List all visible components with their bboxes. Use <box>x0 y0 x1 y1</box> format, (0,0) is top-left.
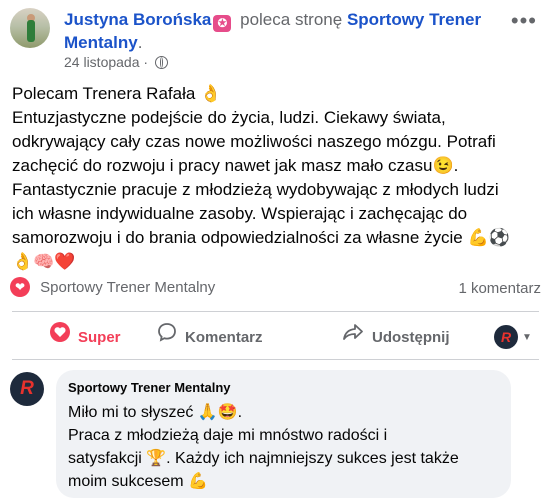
share-button[interactable]: Udostępnij <box>342 318 450 358</box>
share-icon <box>342 318 364 358</box>
globe-icon <box>154 56 168 69</box>
heart-icon[interactable]: ❤ <box>10 277 30 297</box>
brand-logo-icon: R <box>494 325 518 349</box>
divider <box>12 359 539 360</box>
comment-line: moim sukcesem 💪 <box>68 473 208 490</box>
post-body-line: Entuzjastyczne podejście do życia, ludzi… <box>12 108 446 127</box>
post-body-line: ich własne indywidualne zasoby. Wspieraj… <box>12 204 468 223</box>
post-header: Justyna Borońska ✪ poleca stronę Sportowy… <box>0 0 551 80</box>
star-badge-icon: ✪ <box>213 15 232 32</box>
comment-icon <box>157 318 177 358</box>
separator: · <box>143 54 152 70</box>
comment-author-link[interactable]: Sportowy Trener Mentalny <box>68 380 231 395</box>
post-actions: Super Komentarz Udostępnij R ▼ <box>12 318 539 358</box>
reaction-names[interactable]: Sportowy Trener Mentalny <box>40 279 215 296</box>
comment-line: Miło mi to słyszeć 🙏🤩. <box>68 404 243 421</box>
recommends-text: poleca stronę <box>240 10 343 29</box>
chevron-down-icon: ▼ <box>522 332 532 344</box>
post-body-line: samorozwoju i do brania odpowiedzialnośc… <box>12 228 510 247</box>
post-body-line: Fantastycznie pracuje z młodzieżą wydoby… <box>12 180 499 199</box>
brand-logo-icon[interactable]: R <box>10 372 44 406</box>
comment-text: Miło mi to słyszeć 🙏🤩. Praca z młodzieżą… <box>68 401 508 493</box>
comment-bubble: Sportowy Trener Mentalny Miło mi to słys… <box>56 370 511 498</box>
comment-section: R Sportowy Trener Mentalny Miło mi to sł… <box>0 366 551 501</box>
like-button[interactable]: Super <box>50 318 121 358</box>
post-body: Polecam Trenera Rafała 👌 Entuzjastyczne … <box>12 82 542 274</box>
comment-line: satysfakcji 🏆. Każdy ich najmniejszy suk… <box>68 450 459 467</box>
share-label: Udostępnij <box>372 329 450 346</box>
comment-label: Komentarz <box>185 329 263 346</box>
like-label: Super <box>78 329 121 346</box>
profile-switcher[interactable]: R ▼ <box>494 318 532 358</box>
more-icon[interactable]: ••• <box>511 8 537 34</box>
comments-count[interactable]: 1 komentarz <box>458 280 541 297</box>
page-name-link[interactable]: Sportowy Trener <box>347 10 481 29</box>
author-name-link[interactable]: Justyna Borońska <box>64 10 211 29</box>
page-name-link-continued[interactable]: Mentalny <box>64 33 138 52</box>
comment-line: Praca z młodzieżą daje mi mnóstwo radośc… <box>68 427 388 444</box>
divider <box>12 311 539 312</box>
post-body-line: zachęcić do rozwoju i pracy nawet jak ma… <box>12 156 459 175</box>
post-title: Justyna Borońska ✪ poleca stronę Sportowy… <box>64 10 482 52</box>
comment-button[interactable]: Komentarz <box>157 318 263 358</box>
post-meta: 24 listopada · <box>64 54 168 70</box>
post-body-line: Polecam Trenera Rafała 👌 <box>12 84 222 103</box>
author-avatar[interactable] <box>10 8 50 48</box>
heart-icon <box>50 318 70 358</box>
post-date-link[interactable]: 24 listopada <box>64 54 140 70</box>
reactions-bar: ❤ Sportowy Trener Mentalny 1 komentarz <box>10 277 541 303</box>
post-body-line: 👌🧠❤️ <box>12 252 76 271</box>
avatar-figure <box>27 20 35 42</box>
post-body-line: odkrywający cały czas nowe możliwości na… <box>12 132 496 151</box>
